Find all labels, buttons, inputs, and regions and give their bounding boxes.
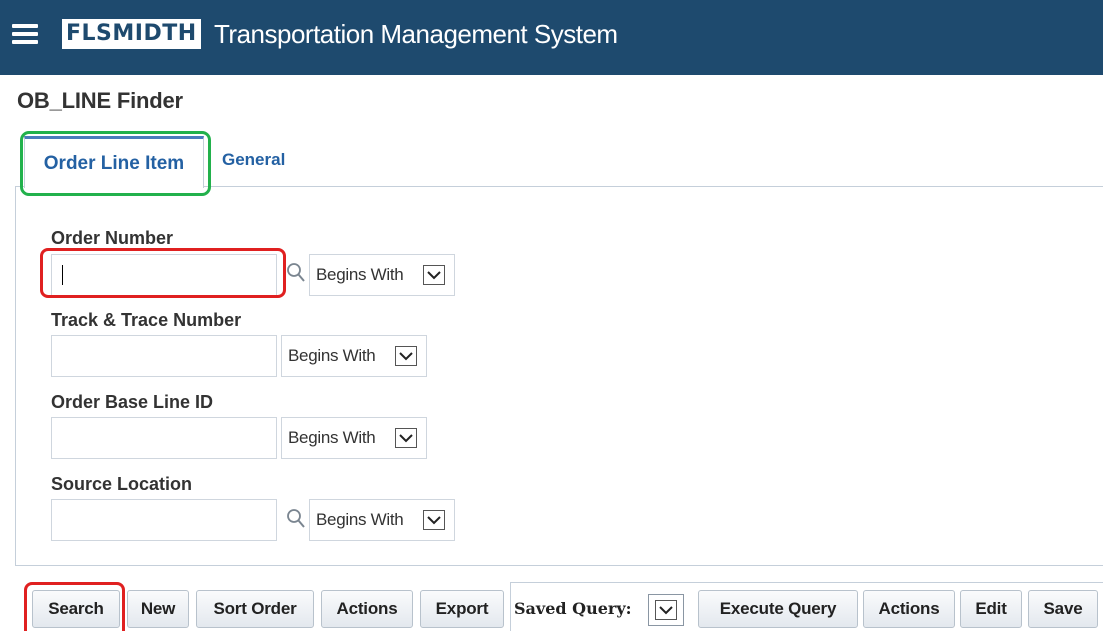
track-trace-number-label: Track & Trace Number: [51, 310, 242, 330]
tab-order-line-item-label: Order Line Item: [43, 152, 185, 174]
order-base-line-id-operator-value: Begins With: [288, 428, 376, 447]
tab-general[interactable]: General: [222, 150, 285, 170]
save-button[interactable]: Save: [1028, 590, 1098, 628]
order-number-lookup-icon[interactable]: [286, 262, 306, 284]
source-location-operator-value: Begins With: [316, 510, 404, 529]
saved-query-label: Saved Query:: [514, 599, 632, 618]
chevron-down-icon: [423, 510, 445, 530]
chevron-down-icon: [395, 428, 417, 448]
order-number-operator-value: Begins With: [316, 265, 404, 284]
order-number-input[interactable]: [51, 254, 277, 296]
order-base-line-id-operator-select[interactable]: Begins With: [281, 417, 427, 459]
order-base-line-id-label: Order Base Line ID: [51, 392, 214, 412]
search-button[interactable]: Search: [32, 590, 120, 628]
hamburger-menu-icon[interactable]: [12, 24, 38, 44]
source-location-input[interactable]: [51, 499, 277, 541]
actions-button[interactable]: Actions: [321, 590, 413, 628]
company-logo: FLSMIDTH: [62, 19, 201, 49]
page-title: OB_LINE Finder: [17, 88, 183, 113]
query-actions-button[interactable]: Actions: [863, 590, 955, 628]
app-title: Transportation Management System: [214, 19, 618, 49]
source-location-label: Source Location: [51, 474, 193, 494]
track-trace-operator-value: Begins With: [288, 346, 376, 365]
order-number-operator-select[interactable]: Begins With: [309, 254, 455, 296]
source-location-operator-select[interactable]: Begins With: [309, 499, 455, 541]
tab-order-line-item[interactable]: Order Line Item: [24, 136, 204, 188]
sort-order-button[interactable]: Sort Order: [196, 590, 314, 628]
track-trace-number-input[interactable]: [51, 335, 277, 377]
source-location-lookup-icon[interactable]: [286, 508, 306, 530]
text-cursor: [62, 265, 63, 285]
app-header: FLSMIDTH Transportation Management Syste…: [0, 0, 1103, 75]
chevron-down-icon: [655, 600, 677, 620]
export-button[interactable]: Export: [420, 590, 504, 628]
execute-query-button[interactable]: Execute Query: [698, 590, 858, 628]
order-base-line-id-input[interactable]: [51, 417, 277, 459]
chevron-down-icon: [395, 346, 417, 366]
order-number-label: Order Number: [51, 228, 174, 248]
chevron-down-icon: [423, 265, 445, 285]
saved-query-select[interactable]: [648, 594, 684, 626]
new-button[interactable]: New: [127, 590, 189, 628]
edit-button[interactable]: Edit: [960, 590, 1022, 628]
track-trace-operator-select[interactable]: Begins With: [281, 335, 427, 377]
